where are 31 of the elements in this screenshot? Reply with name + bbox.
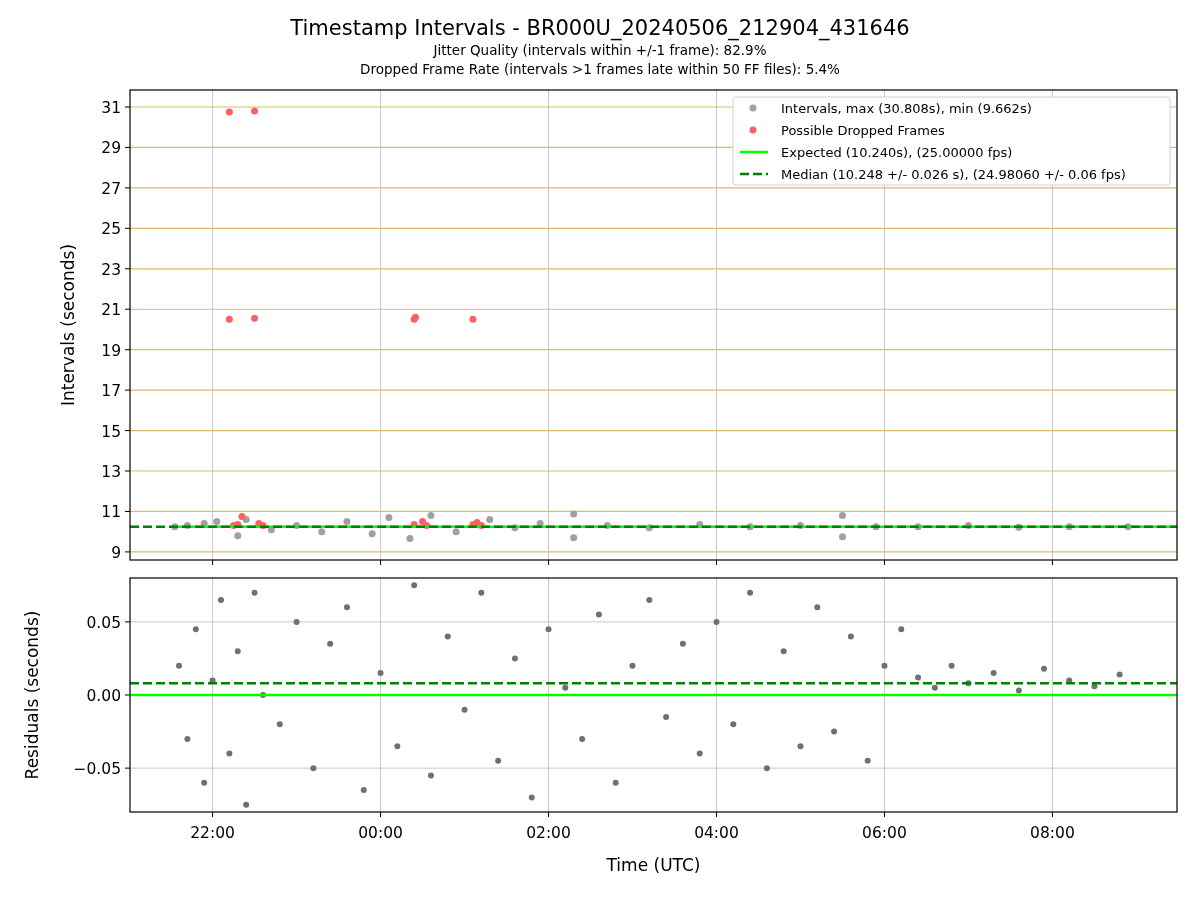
tick-label: 25	[101, 220, 121, 239]
axis-title: Time (UTC)	[606, 855, 701, 875]
chart-subtitle: Jitter Quality (intervals within +/-1 frame): 82.9%	[433, 41, 767, 60]
legend-label: Possible Dropped Frames	[781, 122, 945, 138]
tick-label: 22:00	[190, 824, 235, 842]
tick-label: 15	[101, 422, 121, 441]
tick-label: 02:00	[526, 824, 571, 842]
tick-label: 31	[101, 99, 121, 117]
axis-title: Intervals (seconds)	[58, 243, 78, 407]
tick-label: 04:00	[694, 824, 739, 842]
tick-label: 00:00	[358, 824, 403, 842]
tick-label: 06:00	[862, 824, 907, 842]
legend-label: Intervals, max (30.808s), min (9.662s)	[781, 100, 1032, 116]
legend-label: Median (10.248 +/- 0.026 s), (24.98060 +/- 0.06 fps)	[781, 166, 1126, 182]
legend-label: Expected (10.240s), (25.00000 fps)	[781, 144, 1013, 160]
axis-title: Residuals (seconds)	[22, 610, 42, 780]
tick-label: 27	[101, 179, 121, 198]
tick-label: 21	[101, 301, 121, 320]
tick-label: 23	[101, 260, 121, 279]
chart-title: Timestamp Intervals - BR000U_20240506_212904_431646	[290, 15, 910, 41]
tick-label: 29	[101, 139, 121, 158]
tick-label: 19	[101, 341, 121, 360]
tick-label: 9	[111, 543, 121, 562]
tick-label: 17	[101, 382, 121, 401]
tick-label: 13	[101, 463, 121, 481]
tick-label: −0.05	[73, 760, 121, 779]
chart-subtitle: Dropped Frame Rate (intervals >1 frames late within 50 FF files): 5.4%	[360, 60, 840, 79]
tick-label: 08:00	[1030, 824, 1075, 842]
tick-label: 0.05	[86, 613, 121, 632]
tick-label: 11	[101, 503, 121, 522]
tick-label: 0.00	[86, 687, 121, 705]
